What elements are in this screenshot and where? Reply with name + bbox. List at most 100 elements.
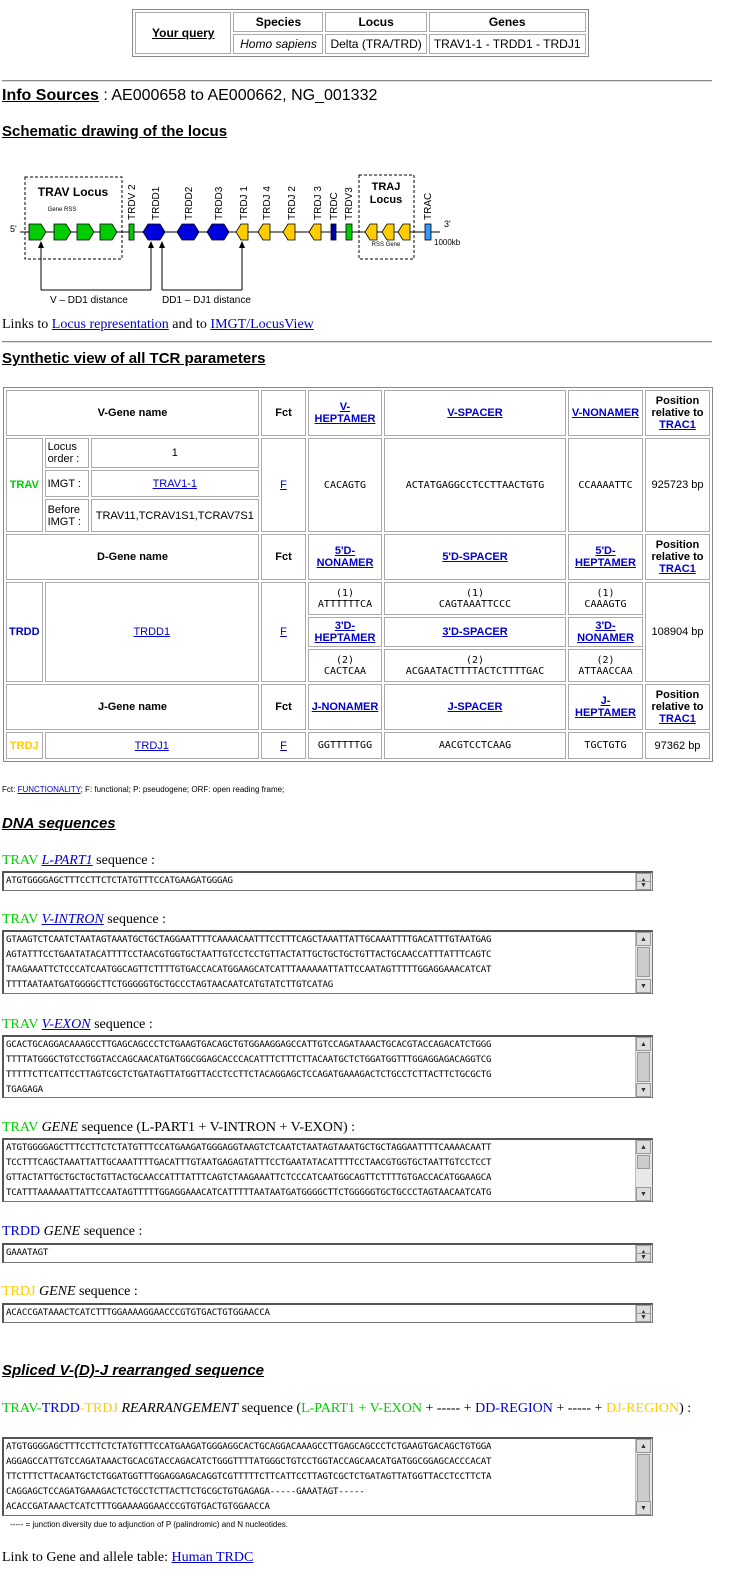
scrollbar[interactable]: ▲ ▼ bbox=[635, 932, 652, 993]
trdd-fct-link[interactable]: F bbox=[280, 626, 287, 638]
d5-nonamer-link[interactable]: 5'D- NONAMER bbox=[317, 545, 374, 569]
locus-representation-link[interactable]: Locus representation bbox=[52, 317, 169, 332]
separator bbox=[2, 80, 712, 82]
v-heptamer-header[interactable]: V- HEPTAMER bbox=[308, 390, 382, 436]
trav-lpart1-label: TRAV L-PART1 sequence : bbox=[2, 853, 155, 868]
j-nonamer-header[interactable]: J-NONAMER bbox=[308, 684, 382, 730]
trav-fct-link[interactable]: F bbox=[280, 479, 287, 491]
trdj-gene-cell[interactable]: TRDJ1 bbox=[44, 732, 259, 759]
trav-gene-link[interactable]: TRAV1-1 bbox=[153, 478, 197, 490]
rearrangement-sequence-box[interactable]: ATGTGGGGAGCTTTCCTTCTCTATGTTTCCATGAAGATGG… bbox=[2, 1437, 653, 1516]
scroll-up-icon[interactable]: ▲ bbox=[636, 1439, 651, 1453]
d5-heptamer-link[interactable]: 5'D- HEPTAMER bbox=[575, 545, 636, 569]
scrollbar[interactable]: ▲ ▼ bbox=[635, 1245, 652, 1262]
scrollbar[interactable]: ▲ ▼ bbox=[635, 1037, 652, 1097]
trac1-link[interactable]: TRAC1 bbox=[659, 563, 696, 575]
v-nonamer-link[interactable]: V-NONAMER bbox=[572, 407, 639, 419]
before-imgt-value: TRAV11,TCRAV1S1,TCRAV7S1 bbox=[90, 499, 259, 532]
v-nonamer-header[interactable]: V-NONAMER bbox=[568, 390, 643, 436]
your-query-cell[interactable]: Your query bbox=[135, 12, 232, 54]
d3-nonamer-header[interactable]: 3'D- NONAMER bbox=[568, 617, 643, 647]
trac1-link[interactable]: TRAC1 bbox=[659, 419, 696, 431]
d5-spacer-header[interactable]: 5'D-SPACER bbox=[384, 534, 566, 580]
gene-label: TRDD3 bbox=[214, 186, 225, 220]
scroll-up-icon[interactable]: ▲ bbox=[636, 1037, 651, 1051]
scrollbar[interactable]: ▲ ▼ bbox=[635, 873, 652, 890]
vintron-sequence-box[interactable]: GTAAGTCTCAATCTAATAGTAAATGCTGCTAGGAATTTTC… bbox=[2, 930, 653, 994]
traj-gene-icon bbox=[397, 223, 411, 241]
trdv2-gene-icon bbox=[128, 223, 135, 241]
v-heptamer-link[interactable]: V- HEPTAMER bbox=[315, 401, 376, 425]
trav-label: TRAV bbox=[6, 438, 43, 532]
scroll-down-icon[interactable]: ▼ bbox=[636, 1083, 651, 1097]
trav-spacer: ACTATGAGGCCTCCTTAACTGTG bbox=[384, 438, 566, 532]
trdj-sequence-box[interactable]: ACACCGATAAACTCATCTTTGGAAAAGGAACCCGTGTGAC… bbox=[2, 1303, 653, 1323]
distance-2-label: DD1 – DJ1 distance bbox=[162, 295, 251, 306]
scroll-down-icon[interactable]: ▼ bbox=[636, 1253, 651, 1262]
trdj-gene-label: TRDJ GENE sequence : bbox=[2, 1284, 138, 1299]
d3-spacer-header[interactable]: 3'D-SPACER bbox=[384, 617, 566, 647]
v-spacer-header[interactable]: V-SPACER bbox=[384, 390, 566, 436]
trav-fct-cell[interactable]: F bbox=[261, 438, 306, 532]
scroll-thumb[interactable] bbox=[637, 1052, 650, 1082]
j-heptamer-header[interactable]: J- HEPTAMER bbox=[568, 684, 643, 730]
trdj-gene-link[interactable]: TRDJ1 bbox=[135, 740, 169, 752]
d3-spacer-link[interactable]: 3'D-SPACER bbox=[442, 626, 507, 638]
functionality-link[interactable]: FUNCTIONALITY bbox=[18, 785, 81, 794]
trdd-gene-link[interactable]: TRDD1 bbox=[133, 626, 170, 638]
d3-heptamer-link[interactable]: 3'D- HEPTAMER bbox=[315, 620, 376, 644]
v-intron-link[interactable]: V-INTRON bbox=[42, 912, 104, 927]
locus-order-label: Locus order : bbox=[44, 438, 89, 468]
scroll-thumb[interactable] bbox=[637, 947, 650, 977]
gene-label: TRAC bbox=[423, 193, 434, 220]
scroll-down-icon[interactable]: ▼ bbox=[636, 1313, 651, 1322]
vexon-sequence-box[interactable]: GCACTGCAGGACAAAGCCTTGAGCAGCCCTCTGAAGTGAC… bbox=[2, 1035, 653, 1098]
human-trdc-link[interactable]: Human TRDC bbox=[172, 1550, 254, 1565]
trav-gene-cell[interactable]: TRAV1-1 bbox=[90, 470, 259, 497]
your-query-link[interactable]: Your query bbox=[152, 26, 214, 40]
scroll-down-icon[interactable]: ▼ bbox=[636, 979, 651, 993]
trav-gene-icon bbox=[28, 223, 47, 241]
trdj-fct-link[interactable]: F bbox=[280, 740, 287, 752]
j-spacer-link[interactable]: J-SPACER bbox=[448, 701, 503, 713]
trac1-link[interactable]: TRAC1 bbox=[659, 713, 696, 725]
v-spacer-link[interactable]: V-SPACER bbox=[447, 407, 502, 419]
gene-sequence-box[interactable]: ATGTGGGGAGCTTTCCTTCTCTATGTTTCCATGAAGATGG… bbox=[2, 1138, 653, 1202]
d3-heptamer-header[interactable]: 3'D- HEPTAMER bbox=[308, 617, 382, 647]
scrollbar[interactable]: ▲ ▼ bbox=[635, 1140, 652, 1201]
v-exon-link[interactable]: V-EXON bbox=[42, 1017, 91, 1032]
lpart1-sequence-box[interactable]: ATGTGGGGAGCTTTCCTTCTCTATGTTTCCATGAAGATGG… bbox=[2, 871, 653, 891]
trdj-fct-cell[interactable]: F bbox=[261, 732, 306, 759]
scroll-up-icon[interactable]: ▲ bbox=[636, 1140, 651, 1154]
scroll-thumb[interactable] bbox=[637, 1155, 650, 1169]
gene-label: TRDV 2 bbox=[127, 184, 138, 220]
locusview-link[interactable]: IMGT/LocusView bbox=[210, 317, 313, 332]
scroll-down-icon[interactable]: ▼ bbox=[636, 1187, 651, 1201]
d5-nonamer-header[interactable]: 5'D- NONAMER bbox=[308, 534, 382, 580]
trdd-5heptamer: (1) CAAAGTG bbox=[568, 582, 643, 615]
scrollbar[interactable]: ▲ ▼ bbox=[635, 1439, 652, 1515]
j-nonamer-link[interactable]: J-NONAMER bbox=[312, 701, 379, 713]
trdj4-gene-icon bbox=[257, 223, 271, 241]
trdd-label: TRDD bbox=[6, 582, 43, 682]
trdd-sequence-box[interactable]: GAAATAGT ▲ ▼ bbox=[2, 1243, 653, 1263]
fct-header: Fct bbox=[261, 390, 306, 436]
trav-vexon-label: TRAV V-EXON sequence : bbox=[2, 1017, 153, 1032]
l-part1-link[interactable]: L-PART1 bbox=[42, 853, 93, 868]
genes-value: TRAV1-1 - TRDD1 - TRDJ1 bbox=[428, 34, 586, 54]
scrollbar[interactable]: ▲ ▼ bbox=[635, 1305, 652, 1322]
j-spacer-header[interactable]: J-SPACER bbox=[384, 684, 566, 730]
d3-nonamer-link[interactable]: 3'D- NONAMER bbox=[577, 620, 634, 644]
trdj-nonamer: GGTTTTTGG bbox=[308, 732, 382, 759]
scroll-down-icon[interactable]: ▼ bbox=[636, 881, 651, 890]
scroll-thumb[interactable] bbox=[637, 1454, 650, 1502]
d5-heptamer-header[interactable]: 5'D- HEPTAMER bbox=[568, 534, 643, 580]
trdd-sequence: GAAATAGT bbox=[6, 1248, 49, 1258]
d5-spacer-link[interactable]: 5'D-SPACER bbox=[442, 551, 507, 563]
scroll-down-icon[interactable]: ▼ bbox=[636, 1501, 651, 1515]
trdd-gene-cell[interactable]: TRDD1 bbox=[44, 582, 259, 682]
synthetic-title: Synthetic view of all TCR parameters bbox=[2, 350, 266, 367]
trdd-fct-cell[interactable]: F bbox=[261, 582, 306, 682]
scroll-up-icon[interactable]: ▲ bbox=[636, 932, 651, 946]
j-heptamer-link[interactable]: J- HEPTAMER bbox=[575, 695, 636, 719]
